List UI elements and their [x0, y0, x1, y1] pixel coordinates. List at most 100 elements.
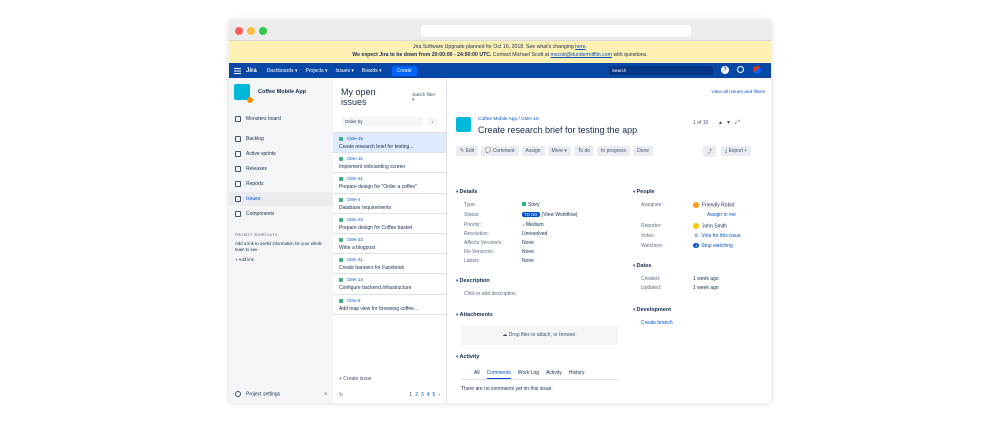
list-item[interactable]: CMA-21 Prepare design for "Order a coffee… [333, 173, 446, 194]
to-do-button[interactable]: To do [573, 146, 595, 156]
no-comments-text: There are no comments yet on this issue. [461, 386, 553, 392]
app-switcher-icon[interactable] [234, 67, 241, 74]
order-by-select[interactable]: Order by [341, 117, 423, 126]
field-label: Watchers: [641, 243, 664, 249]
banner-email-link[interactable]: mscott@dundermifflin.com [551, 52, 612, 58]
next-issue-icon[interactable]: ▾ [727, 120, 730, 126]
assign-button[interactable]: Assign [521, 146, 545, 156]
edit-button[interactable]: ✎ Edit [456, 146, 479, 156]
description-heading[interactable]: Description [456, 278, 490, 284]
list-item[interactable]: CMA-14 Configure backend infrastructure [333, 274, 446, 295]
nav-boards[interactable]: Boards ▾ [362, 68, 382, 74]
add-link-button[interactable]: + Add link [229, 255, 333, 265]
in-progress-button[interactable]: In progress [597, 146, 631, 156]
list-item[interactable]: CMA-31 Create banners for Facebook [333, 254, 446, 275]
sidebar-board-selector[interactable]: Monsters board [229, 112, 333, 126]
issue-key: CMA-23 [347, 216, 363, 222]
assign-to-me-link[interactable]: Assign to me [707, 212, 736, 218]
project-settings-link[interactable]: Project settings [235, 390, 280, 397]
jira-logo[interactable]: Jira [246, 68, 257, 74]
previous-issue-icon[interactable]: ▴ [719, 120, 722, 126]
activity-heading[interactable]: Activity [456, 354, 480, 360]
collapse-sidebar-icon[interactable]: « [324, 391, 327, 397]
sidebar-item-components[interactable]: Components [229, 207, 333, 221]
issue-key: CMA-14 [347, 277, 363, 283]
create-branch-link[interactable]: Create branch [641, 320, 673, 326]
user-avatar[interactable] [753, 66, 761, 74]
field-label: Reporter: [641, 223, 662, 229]
project-header[interactable]: Coffee Mobile App [229, 78, 333, 106]
list-item[interactable]: CMA-5 Add map view for browsing coffee... [333, 295, 446, 315]
list-item[interactable]: CMA-33 Write a blogpost [333, 234, 446, 255]
people-heading[interactable]: People [633, 189, 655, 195]
field-value[interactable]: None [522, 240, 534, 246]
banner-text: Jira Software Upgrade planned for Oct 16… [412, 44, 576, 50]
minimize-window-button[interactable] [247, 27, 255, 35]
field-value[interactable]: Friendly Robot [693, 202, 735, 208]
view-all-issues-link[interactable]: View all issues and filters [711, 90, 765, 95]
nav-dashboards[interactable]: Dashboards ▾ [267, 68, 298, 74]
switch-filter-button[interactable]: Switch filter ▾ [412, 92, 438, 103]
tab-history[interactable]: History [569, 370, 585, 379]
page-2[interactable]: 2 [415, 392, 418, 398]
development-heading[interactable]: Development [633, 307, 672, 313]
list-item[interactable]: CMA-23 Prepare design for Coffee basket [333, 214, 446, 234]
tab-all[interactable]: All [474, 370, 480, 379]
breadcrumb[interactable]: Coffee Mobile App / CMA-15 [478, 117, 539, 122]
list-item[interactable]: CMA-16 Implement onboarding screen [333, 153, 446, 174]
sidebar-item-issues[interactable]: Issues [229, 192, 333, 206]
vote-link[interactable]: Vote for this issue [701, 233, 740, 239]
share-icon[interactable]: ⤴ [703, 146, 717, 157]
tab-comments[interactable]: Comments [486, 370, 511, 379]
export-button[interactable]: ⤓ Export ▾ [721, 146, 751, 156]
expand-icon[interactable]: ⤢ [735, 120, 740, 126]
banner-downtime: We expect Jira to be down from 20:00:00 … [352, 51, 492, 58]
close-window-button[interactable] [235, 27, 243, 35]
tab-work-log[interactable]: Work Log [518, 370, 539, 379]
refresh-icon[interactable]: ↻ [339, 392, 343, 398]
page-5[interactable]: 5 [433, 392, 436, 398]
view-workflow-link[interactable]: (View Workflow) [542, 212, 578, 218]
list-item[interactable]: CMA-15 Create research brief for testing.… [333, 133, 446, 154]
sidebar-item-releases[interactable]: Releases [229, 162, 333, 176]
search-input[interactable]: Search [609, 66, 713, 75]
create-button[interactable]: Create [391, 65, 417, 76]
help-icon[interactable]: ? [721, 66, 729, 74]
tab-activity[interactable]: Activity [546, 370, 562, 379]
nav-projects[interactable]: Projects ▾ [306, 68, 328, 74]
nav-issues[interactable]: Issues ▾ [336, 68, 354, 74]
field-value[interactable]: None [522, 258, 534, 264]
description-field[interactable]: Click to add description [464, 291, 516, 297]
stop-watching-link[interactable]: Stop watching [701, 243, 732, 249]
upgrade-banner: Jira Software Upgrade planned for Oct 16… [229, 41, 771, 63]
details-heading[interactable]: Details [456, 189, 478, 195]
story-icon [339, 177, 343, 182]
list-item[interactable]: CMA-4 Database requirements [333, 194, 446, 214]
dates-heading[interactable]: Dates [633, 263, 652, 269]
banner-line-2: We expect Jira to be down from 20:00:00 … [229, 52, 771, 60]
sidebar-item-backlog[interactable]: Backlog [229, 132, 333, 146]
field-value[interactable]: John Smith [693, 223, 727, 229]
sidebar-item-reports[interactable]: Reports [229, 177, 333, 191]
page-3[interactable]: 3 [421, 392, 424, 398]
reporter-name: John Smith [702, 223, 728, 230]
comment-button[interactable]: 💬 Comment [481, 146, 519, 156]
create-issue-button[interactable]: + Create issue [339, 376, 371, 382]
sidebar-item-active-sprints[interactable]: Active sprints [229, 147, 333, 161]
settings-gear-icon[interactable] [737, 66, 744, 73]
address-bar[interactable] [421, 25, 691, 37]
page-1[interactable]: 1 [409, 392, 412, 398]
field-value[interactable]: None [522, 249, 534, 255]
maximize-window-button[interactable] [259, 27, 267, 35]
issue-title[interactable]: Create research brief for testing the ap… [478, 125, 637, 135]
next-page-button[interactable]: › [438, 392, 440, 398]
field-value[interactable]: ↓ Medium [522, 222, 544, 228]
sort-direction-icon[interactable]: ↓ [427, 117, 438, 126]
attachment-dropzone[interactable]: ☁ Drop files to attach, or browse. [461, 326, 618, 345]
field-reporter: Reporter: John Smith [641, 223, 766, 229]
attachments-heading[interactable]: Attachments [456, 312, 493, 318]
done-button[interactable]: Done [633, 146, 654, 156]
page-4[interactable]: 4 [427, 392, 430, 398]
banner-here-link[interactable]: here [575, 44, 585, 50]
more-button[interactable]: More ▾ [547, 146, 571, 156]
